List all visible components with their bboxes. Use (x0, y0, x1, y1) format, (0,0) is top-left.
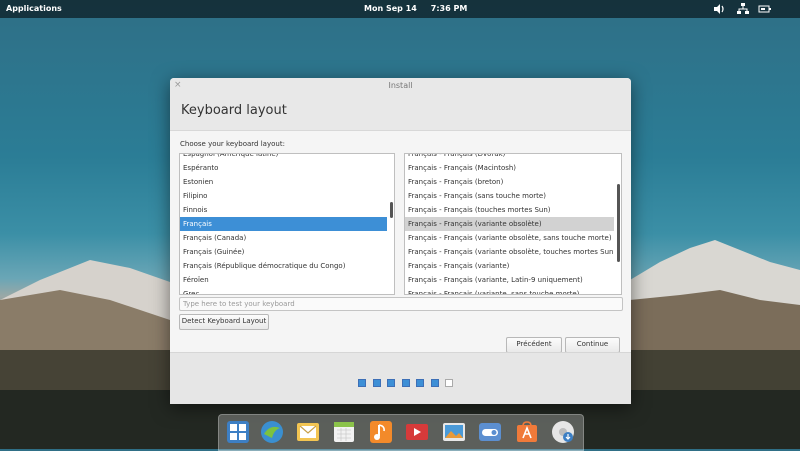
progress-step-dot (430, 379, 439, 387)
progress-step-dot (401, 379, 410, 387)
variant-item[interactable]: Français - Français (breton) (405, 175, 614, 189)
system-settings-icon[interactable] (478, 420, 502, 444)
variant-item[interactable]: Français - Français (Macintosh) (405, 161, 614, 175)
videos-icon[interactable] (405, 420, 429, 444)
web-browser-icon[interactable] (260, 420, 284, 444)
language-item[interactable]: Français (Guinée) (180, 245, 387, 259)
language-item[interactable]: Estonien (180, 175, 387, 189)
volume-icon[interactable] (712, 2, 726, 16)
language-item[interactable]: Français (Canada) (180, 231, 387, 245)
top-panel: Applications Mon Sep 14 7:36 PM (0, 0, 800, 18)
installer-icon[interactable] (551, 420, 575, 444)
language-item[interactable]: Français (180, 217, 387, 231)
clock-date: Mon Sep 14 (364, 4, 417, 13)
applications-menu[interactable]: Applications (6, 4, 62, 13)
variant-item[interactable]: Français - Français (variante, sans touc… (405, 287, 614, 294)
variant-item[interactable]: Français - Français (touches mortes Sun) (405, 203, 614, 217)
appcenter-icon[interactable] (515, 420, 539, 444)
keyboard-layout-panel: Choose your keyboard layout: Espagnol (A… (170, 131, 631, 353)
language-list-rows: Espagnol (Amérique latine) Espéranto Eston… (180, 154, 387, 294)
installer-window: × Install Keyboard layout Choose your ke… (170, 78, 631, 404)
progress-step-dot (445, 379, 453, 387)
progress-step-dot (372, 379, 381, 387)
language-item[interactable]: Espéranto (180, 161, 387, 175)
variant-list-scrollbar[interactable] (617, 184, 620, 262)
language-item[interactable]: Finnois (180, 203, 387, 217)
clock-time: 7:36 PM (430, 4, 468, 13)
variant-item[interactable]: Français - Français (variante obsolète) (405, 217, 614, 231)
variant-item[interactable]: Français - Français (variante) (405, 259, 614, 273)
page-header: Keyboard layout (170, 93, 631, 131)
clock[interactable]: Mon Sep 14 7:36 PM (364, 4, 481, 13)
variant-item[interactable]: Français - Français (Dvorak) (405, 154, 614, 161)
progress-step-dot (416, 379, 424, 387)
progress-step-dot (387, 379, 395, 387)
photos-icon[interactable] (442, 420, 466, 444)
variant-item[interactable]: Français - Français (variante, Latin-9 u… (405, 273, 614, 287)
keyboard-test-input[interactable] (179, 297, 623, 311)
variant-item[interactable]: Français - Français (variante obsolète, … (405, 231, 614, 245)
variant-list-rows: Français - Français (Dvorak) Français - F… (405, 154, 614, 294)
multitasking-view-icon[interactable] (226, 420, 250, 444)
installer-footer (170, 352, 631, 404)
variant-item[interactable]: Français - Français (sans touche morte) (405, 189, 614, 203)
dock (218, 414, 584, 451)
battery-icon[interactable] (758, 2, 772, 16)
language-item[interactable]: Filipino (180, 189, 387, 203)
network-icon[interactable] (736, 2, 750, 16)
music-icon[interactable] (369, 420, 393, 444)
progress-steps (358, 379, 460, 387)
language-item[interactable]: Grec (180, 287, 387, 294)
language-list[interactable]: Espagnol (Amérique latine) Espéranto Eston… (179, 153, 395, 295)
language-item[interactable]: Féroïen (180, 273, 387, 287)
titlebar: × Install (170, 78, 631, 93)
language-item[interactable]: Français (République démocratique du Con… (180, 259, 387, 273)
previous-button[interactable]: Précédent (506, 337, 562, 353)
language-list-scrollbar[interactable] (390, 202, 393, 218)
continue-button[interactable]: Continue (565, 337, 620, 353)
page-title: Keyboard layout (181, 103, 287, 118)
choose-layout-label: Choose your keyboard layout: (180, 140, 285, 148)
detect-keyboard-layout-button[interactable]: Detect Keyboard Layout (179, 314, 269, 330)
language-item[interactable]: Espagnol (Amérique latine) (180, 154, 387, 161)
window-title: Install (388, 81, 413, 90)
mail-icon[interactable] (296, 420, 320, 444)
variant-item[interactable]: Français - Français (variante obsolète, … (405, 245, 614, 259)
calendar-icon[interactable] (332, 420, 356, 444)
variant-list[interactable]: Français - Français (Dvorak) Français - F… (404, 153, 622, 295)
progress-step-dot (358, 379, 366, 387)
